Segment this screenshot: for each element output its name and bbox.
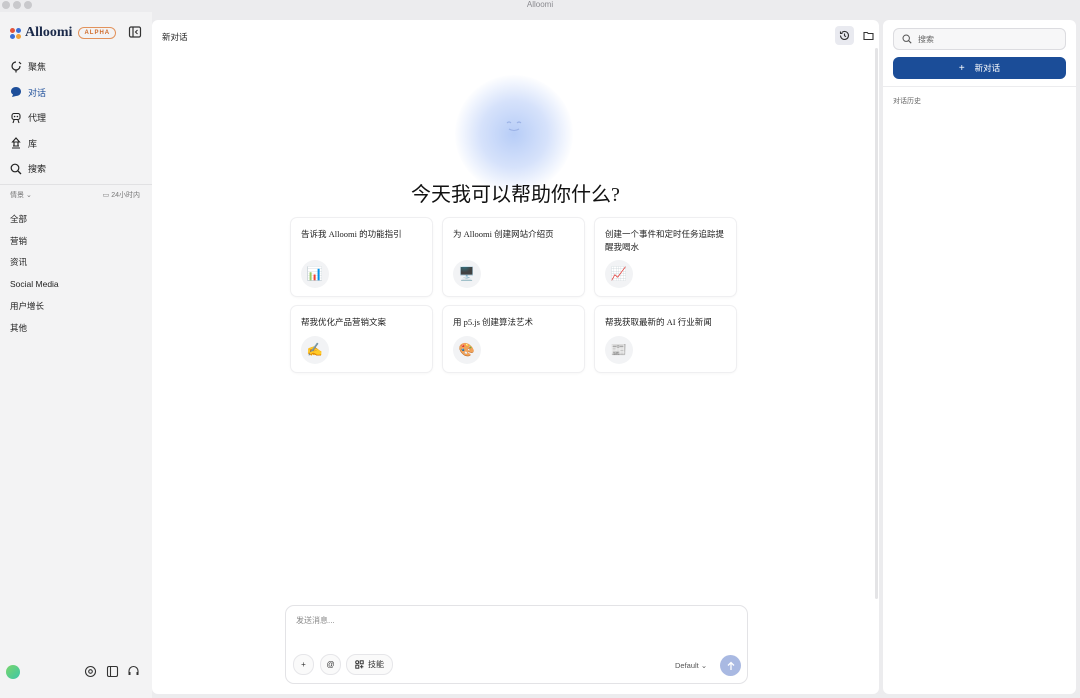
folder-icon	[862, 31, 874, 40]
model-selector[interactable]: Default ⌄	[675, 661, 707, 670]
attach-button[interactable]: +	[293, 654, 314, 675]
history-section-label: 对话历史	[893, 98, 921, 105]
main-scrollbar[interactable]	[875, 48, 878, 599]
brand-name: Alloomi	[25, 25, 73, 40]
nav-item-chat[interactable]: 对话	[10, 80, 142, 106]
nav-label: 代理	[28, 113, 47, 124]
monitor-icon: 🖥️	[453, 260, 481, 288]
search-icon	[10, 163, 22, 175]
bar-chart-icon: 📊	[301, 260, 329, 288]
send-button[interactable]	[720, 655, 741, 676]
main-chat-area: 新对话 今天我可以帮助你什么? 告诉我 Alloomi 的功能指引 📊 为 Al…	[152, 20, 879, 694]
primary-nav: 聚焦 对话 代理 库 搜索	[10, 54, 142, 182]
suggestion-text: 创建一个事件和定时任务追踪提醒我喝水	[605, 229, 725, 252]
suggestion-card[interactable]: 告诉我 Alloomi 的功能指引 📊	[290, 217, 433, 297]
welcome-heading: 今天我可以帮助你什么?	[411, 184, 620, 206]
context-filter-header: 情景 ⌄ ▭ 24小时内	[10, 190, 140, 200]
skills-label: 技能	[368, 660, 384, 669]
library-icon	[10, 137, 22, 149]
new-chat-label: 新对话	[974, 63, 1001, 73]
agent-icon	[10, 112, 22, 124]
calendar-icon: ▭	[102, 192, 110, 199]
nav-label: 聚焦	[28, 62, 47, 73]
alpha-badge: ALPHA	[78, 27, 117, 39]
newspaper-icon: 📰	[605, 336, 633, 364]
history-button[interactable]	[835, 26, 854, 45]
collapse-sidebar-icon[interactable]	[128, 26, 142, 38]
folder-button[interactable]	[861, 28, 875, 42]
nav-label: 搜索	[28, 164, 47, 175]
message-input[interactable]: 发送消息...	[296, 615, 335, 626]
context-filter-label: 情景	[10, 192, 24, 199]
panel-icon[interactable]	[106, 665, 119, 678]
search-icon	[902, 34, 912, 44]
nav-item-library[interactable]: 库	[10, 131, 142, 157]
message-composer: 发送消息... + @ 技能 Default ⌄	[285, 605, 748, 684]
support-headset-icon[interactable]	[127, 665, 140, 678]
context-filter-dropdown[interactable]: 情景 ⌄	[10, 190, 32, 200]
page-title: 新对话	[162, 32, 188, 42]
time-range-label: 24小时内	[111, 192, 140, 199]
search-placeholder: 搜索	[918, 34, 934, 44]
plus-icon: +	[958, 62, 965, 74]
history-panel: 搜索 + 新对话 对话历史	[883, 20, 1076, 694]
category-list: 全部 营销 资讯 Social Media 用户增长 其他	[10, 208, 59, 339]
new-chat-button[interactable]: + 新对话	[893, 57, 1066, 79]
focus-icon	[10, 61, 22, 73]
skills-button[interactable]: 技能	[346, 654, 393, 675]
palette-icon: 🎨	[453, 336, 481, 364]
nav-label: 对话	[28, 87, 47, 98]
window-title: Alloomi	[526, 0, 554, 9]
suggestion-card[interactable]: 用 p5.js 创建算法艺术 🎨	[442, 305, 585, 373]
suggestion-card[interactable]: 创建一个事件和定时任务追踪提醒我喝水 📈	[594, 217, 737, 297]
chevron-down-icon: ⌄	[25, 192, 32, 199]
history-icon	[839, 30, 850, 40]
suggestion-text: 为 Alloomi 创建网站介绍页	[453, 229, 554, 239]
brand-logo[interactable]: Alloomi ALPHA	[10, 25, 117, 41]
chevron-down-icon: ⌄	[700, 661, 708, 670]
writing-hand-icon: ✍️	[301, 336, 329, 364]
nav-item-search[interactable]: 搜索	[10, 156, 142, 182]
sidebar: Alloomi ALPHA 聚焦 对话 代理 库 搜索 情景 ⌄ ▭ 24小时内…	[0, 12, 152, 698]
chat-icon	[10, 86, 22, 98]
assistant-face-icon	[506, 121, 522, 132]
suggestion-card[interactable]: 帮我获取最新的 AI 行业新闻 📰	[594, 305, 737, 373]
suggestion-text: 帮我获取最新的 AI 行业新闻	[605, 317, 712, 327]
model-name: Default	[675, 661, 699, 670]
sidebar-divider	[0, 184, 152, 185]
category-item[interactable]: 营销	[10, 230, 59, 252]
user-avatar[interactable]	[6, 665, 20, 679]
logo-icon	[10, 27, 21, 39]
suggestion-card[interactable]: 帮我优化产品营销文案 ✍️	[290, 305, 433, 373]
nav-item-agent[interactable]: 代理	[10, 105, 142, 131]
settings-icon[interactable]	[84, 665, 97, 678]
suggestion-card[interactable]: 为 Alloomi 创建网站介绍页 🖥️	[442, 217, 585, 297]
nav-item-focus[interactable]: 聚焦	[10, 54, 142, 80]
mention-button[interactable]: @	[320, 654, 341, 675]
trend-chart-icon: 📈	[605, 260, 633, 288]
suggestion-text: 帮我优化产品营销文案	[301, 317, 387, 327]
suggestion-text: 告诉我 Alloomi 的功能指引	[301, 229, 402, 239]
category-item[interactable]: 资讯	[10, 252, 59, 274]
category-item[interactable]: 用户增长	[10, 295, 59, 317]
category-item[interactable]: 全部	[10, 208, 59, 230]
window-titlebar: Alloomi	[0, 0, 1080, 12]
history-search-input[interactable]: 搜索	[893, 28, 1066, 50]
panel-divider	[883, 86, 1076, 87]
suggestion-text: 用 p5.js 创建算法艺术	[453, 317, 534, 327]
category-item[interactable]: 其他	[10, 317, 59, 339]
time-range-filter[interactable]: ▭ 24小时内	[103, 190, 140, 200]
category-item[interactable]: Social Media	[10, 273, 59, 295]
arrow-up-icon	[727, 661, 734, 670]
skills-icon	[355, 660, 364, 669]
nav-label: 库	[28, 138, 38, 149]
